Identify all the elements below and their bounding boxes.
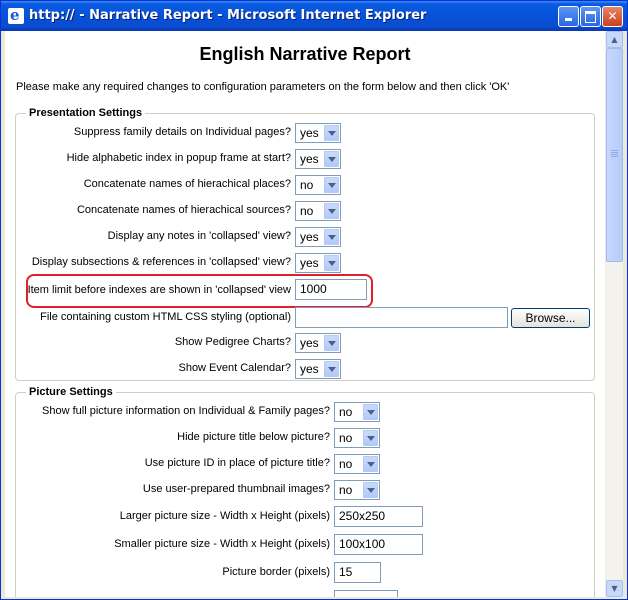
- larger-size-input[interactable]: 250x250: [334, 506, 423, 527]
- thumbnail-label: Use user-prepared thumbnail images?: [142, 483, 330, 495]
- calendar-label: Show Event Calendar?: [178, 362, 291, 374]
- css-file-input[interactable]: [295, 307, 508, 328]
- concat-places-select[interactable]: no: [295, 175, 341, 195]
- chevron-down-icon: [324, 361, 339, 377]
- hide-index-select[interactable]: yes: [295, 149, 341, 169]
- suppress-family-select[interactable]: yes: [295, 123, 341, 143]
- chevron-down-icon: [324, 335, 339, 351]
- thumbnail-select[interactable]: no: [334, 480, 380, 500]
- hide-index-label: Hide alphabetic index in popup frame at …: [66, 152, 291, 164]
- chevron-down-icon: [324, 151, 339, 167]
- picture-id-select[interactable]: no: [334, 454, 380, 474]
- page-title: English Narrative Report: [199, 44, 411, 64]
- browse-button[interactable]: Browse...: [511, 308, 590, 328]
- picture-border-label: Picture border (pixels): [222, 566, 330, 578]
- maximize-button[interactable]: [580, 6, 601, 27]
- minimize-button[interactable]: [558, 6, 579, 27]
- smaller-size-label: Smaller picture size - Width x Height (p…: [114, 538, 330, 550]
- minimize-icon: [565, 18, 572, 21]
- chevron-down-icon: [363, 404, 378, 420]
- scroll-up-button[interactable]: ▲: [606, 31, 623, 48]
- page-content: English Narrative Report Please make any…: [5, 31, 605, 597]
- chevron-down-icon: [324, 229, 339, 245]
- display-notes-label: Display any notes in 'collapsed' view?: [107, 230, 291, 242]
- picture-id-label: Use picture ID in place of picture title…: [144, 457, 330, 469]
- window-title: http:// - Narrative Report - Microsoft I…: [29, 8, 427, 23]
- full-picture-info-label: Show full picture information on Individ…: [42, 405, 330, 417]
- picture-settings-legend: Picture Settings: [26, 386, 116, 398]
- hide-picture-title-label: Hide picture title below picture?: [177, 431, 330, 443]
- instructions-text: Please make any required changes to conf…: [16, 81, 510, 93]
- chevron-down-icon: [324, 255, 339, 271]
- chevron-down-icon: [324, 177, 339, 193]
- concat-sources-select[interactable]: no: [295, 201, 341, 221]
- suppress-family-label: Suppress family details on Individual pa…: [73, 126, 291, 138]
- scroll-thumb[interactable]: [606, 48, 623, 262]
- presentation-settings-legend: Presentation Settings: [26, 107, 146, 119]
- title-bar[interactable]: e http:// - Narrative Report - Microsoft…: [1, 1, 627, 31]
- scroll-down-button[interactable]: ▼: [606, 580, 623, 597]
- grip-icon: [611, 150, 618, 158]
- smaller-size-input[interactable]: 100x100: [334, 534, 423, 555]
- chevron-down-icon: [363, 430, 378, 446]
- larger-size-label: Larger picture size - Width x Height (pi…: [119, 510, 330, 522]
- chevron-down-icon: [324, 203, 339, 219]
- display-notes-select[interactable]: yes: [295, 227, 341, 247]
- chevron-down-icon: [363, 482, 378, 498]
- pedigree-label: Show Pedigree Charts?: [174, 336, 291, 348]
- vertical-scrollbar[interactable]: ▲ ▼: [605, 31, 623, 597]
- pedigree-select[interactable]: yes: [295, 333, 341, 353]
- concat-sources-label: Concatenate names of hierachical sources…: [76, 204, 291, 216]
- chevron-down-icon: [363, 456, 378, 472]
- display-subsections-label: Display subsections & references in 'col…: [31, 256, 291, 268]
- internet-explorer-icon[interactable]: e: [8, 6, 24, 24]
- full-picture-info-select[interactable]: no: [334, 402, 380, 422]
- chevron-down-icon: [324, 125, 339, 141]
- next-row-input[interactable]: [334, 590, 398, 597]
- concat-places-label: Concatenate names of hierachical places?: [83, 178, 291, 190]
- display-subsections-select[interactable]: yes: [295, 253, 341, 273]
- close-button[interactable]: ✕: [602, 6, 623, 27]
- hide-picture-title-select[interactable]: no: [334, 428, 380, 448]
- calendar-select[interactable]: yes: [295, 359, 341, 379]
- css-file-label: File containing custom HTML CSS styling …: [40, 311, 291, 323]
- maximize-icon: [585, 11, 596, 23]
- ie-window: e http:// - Narrative Report - Microsoft…: [0, 0, 628, 600]
- picture-border-input[interactable]: 15: [334, 562, 381, 583]
- item-limit-highlight: [26, 274, 373, 308]
